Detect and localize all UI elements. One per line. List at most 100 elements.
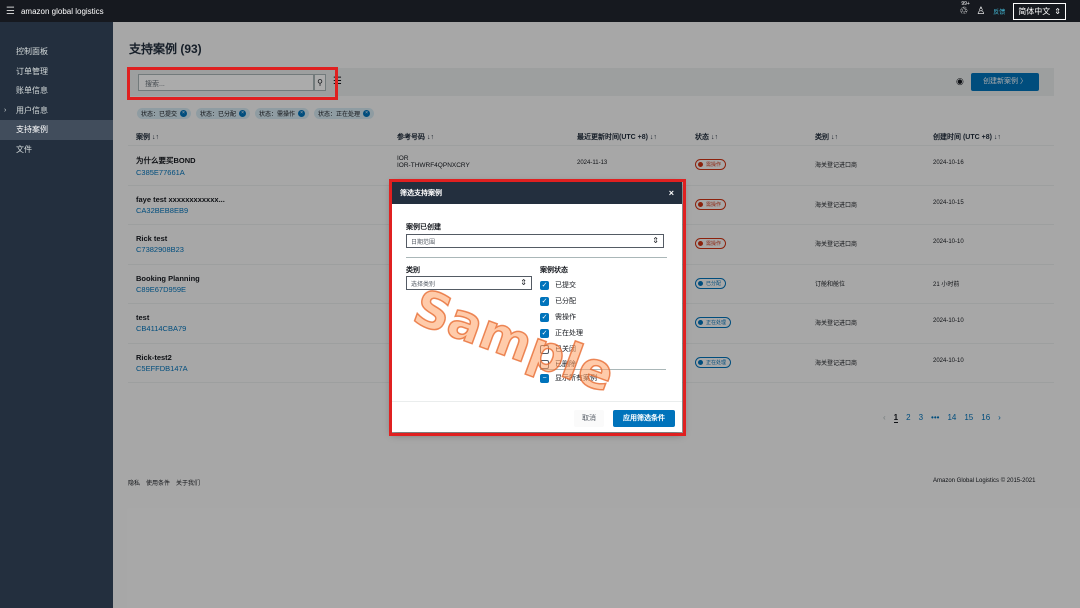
page-title: 支持案例 (93)	[129, 42, 202, 56]
reference-type: IOR	[397, 155, 409, 162]
case-title: 为什么要买BOND	[136, 156, 196, 165]
status-label: 已分配	[706, 280, 722, 287]
user-icon[interactable]: ♙	[976, 6, 985, 17]
status-dot-icon	[698, 280, 703, 286]
category: 订舱和舱位	[815, 281, 846, 288]
status-dot-icon	[698, 241, 703, 246]
column-header-case[interactable]: 案例 ↓↑	[136, 132, 159, 142]
sidebar-item-dashboard[interactable]: 控制面板	[0, 42, 113, 62]
status-badge: 需操作	[695, 198, 727, 210]
language-label: 简体中文	[1018, 6, 1051, 16]
page-link[interactable]: 2	[906, 413, 910, 423]
case-title: Rick-test2	[136, 352, 172, 362]
pagination: ‹ 1 2 3 ••• 14 15 16 ›	[883, 413, 1001, 423]
about-link[interactable]: 关于我们	[176, 478, 200, 487]
column-header-reference[interactable]: 参考号码 ↓↑	[397, 132, 434, 142]
chip-label: 状态：已分配	[200, 112, 237, 118]
status-badge: 需操作	[695, 159, 727, 170]
table-header: 案例 ↓↑ 参考号码 ↓↑ 最近更新时间(UTC +8) ↓↑ 状态 ↓↑ 类别…	[128, 126, 1054, 146]
created-date: 2024-10-10	[933, 239, 964, 245]
sidebar-item-files[interactable]: 文件	[0, 140, 113, 160]
status-label: 正在处理	[706, 320, 727, 326]
copyright: Amazon Global Logistics © 2015-2021	[933, 478, 1036, 484]
created-date: 2024-10-10	[933, 357, 964, 364]
close-icon[interactable]: ×	[239, 110, 247, 117]
status-dot-icon	[698, 359, 703, 365]
language-select[interactable]: 简体中文 ⇕	[1013, 2, 1066, 20]
page-link[interactable]: 15	[964, 413, 973, 423]
case-title: Booking Planning	[136, 273, 200, 283]
column-header-created[interactable]: 创建时间 (UTC +8) ↓↑	[933, 132, 1001, 142]
status-label: 需操作	[706, 201, 722, 208]
case-title: Rick test	[136, 234, 168, 243]
status-badge: 已分配	[695, 277, 727, 289]
case-title: faye test xxxxxxxxxxxx...	[136, 194, 225, 204]
status-badge: 需操作	[695, 238, 727, 249]
case-id-link[interactable]: CA32BEB8EB9	[136, 206, 225, 215]
hamburger-menu-icon[interactable]: ☰	[6, 6, 15, 17]
status-dot-icon	[698, 201, 703, 207]
eye-icon[interactable]: ◉	[956, 76, 964, 87]
page-link[interactable]: 16	[981, 413, 990, 423]
next-page-icon[interactable]: ›	[998, 413, 1001, 423]
close-icon[interactable]: ×	[363, 110, 371, 117]
page-link[interactable]: 3	[919, 413, 923, 423]
status-label: 需操作	[706, 241, 722, 247]
category: 海关登记进口商	[815, 360, 858, 367]
sidebar-item-orders[interactable]: 订单管理	[0, 62, 113, 82]
column-header-status[interactable]: 状态 ↓↑	[695, 132, 718, 142]
filter-chips: 状态：已提交 × 状态：已分配 × 状态：需操作 × 状态：正在处理 ×	[137, 108, 375, 119]
case-id-link[interactable]: C385E77661A	[136, 168, 196, 177]
created-date: 2024-10-10	[933, 318, 964, 324]
category: 海关登记进口商	[815, 163, 858, 169]
prev-page-icon[interactable]: ‹	[883, 413, 886, 423]
chevron-updown-icon: ⇕	[1054, 6, 1061, 16]
page-link[interactable]: 1	[893, 413, 899, 423]
close-icon[interactable]: ×	[180, 110, 188, 117]
terms-link[interactable]: 使用条件	[146, 478, 170, 487]
chip-label: 状态：正在处理	[318, 112, 361, 118]
notification-icon[interactable]: ♲ 99+	[959, 1, 969, 17]
case-id-link[interactable]: C5EFFDB147A	[136, 364, 188, 373]
status-label: 正在处理	[706, 359, 727, 366]
feedback-link[interactable]: 反馈	[993, 7, 1005, 16]
filter-chip[interactable]: 状态：已分配 ×	[196, 108, 251, 119]
status-label: 需操作	[706, 162, 722, 168]
created-date: 2024-10-16	[933, 160, 964, 166]
close-icon[interactable]: ×	[298, 110, 306, 117]
chip-label: 状态：已提交	[141, 112, 178, 118]
top-bar: ☰ amazon global logistics ♲ 99+ ♙ 反馈 简体中文…	[0, 0, 1080, 22]
notification-badge: 99+	[961, 0, 970, 7]
privacy-link[interactable]: 隐私	[128, 478, 140, 487]
filter-chip[interactable]: 状态：已提交 ×	[137, 108, 192, 119]
create-case-button[interactable]: 创建新案例 〉	[971, 73, 1039, 91]
column-header-updated[interactable]: 最近更新时间(UTC +8) ↓↑	[577, 132, 657, 142]
status-badge: 正在处理	[695, 317, 732, 328]
chip-label: 状态：需操作	[259, 112, 296, 118]
filter-chip[interactable]: 状态：正在处理 ×	[314, 108, 375, 119]
updated-date: 2024-11-13	[577, 160, 608, 166]
footer-links: 隐私 使用条件 关于我们	[128, 478, 200, 487]
case-title: test	[136, 313, 150, 322]
category: 海关登记进口商	[815, 242, 858, 248]
chevron-right-icon: ›	[4, 106, 7, 114]
status-dot-icon	[698, 320, 703, 325]
created-date: 21 小时前	[933, 281, 960, 288]
topbar-actions: ♲ 99+ ♙ 反馈 简体中文 ⇕	[959, 1, 1074, 20]
filter-chip[interactable]: 状态：需操作 ×	[255, 108, 310, 119]
sidebar-item-label: 用户信息	[16, 105, 48, 115]
status-badge: 正在处理	[695, 356, 732, 368]
reference-number: IOR-THWRF4QPNXCRY	[397, 162, 470, 169]
sidebar: 控制面板 订单管理 账单信息 › 用户信息 支持案例 文件	[0, 22, 113, 608]
column-header-category[interactable]: 类别 ↓↑	[815, 132, 838, 142]
case-id-link[interactable]: C7382908B23	[136, 245, 184, 254]
sidebar-item-billing[interactable]: 账单信息	[0, 81, 113, 101]
category: 海关登记进口商	[815, 202, 858, 209]
status-dot-icon	[698, 162, 703, 167]
sidebar-item-user-info[interactable]: › 用户信息	[0, 101, 113, 121]
case-id-link[interactable]: C89E67D959E	[136, 285, 200, 294]
sidebar-item-support-cases[interactable]: 支持案例	[0, 120, 113, 140]
highlight-box-search	[127, 67, 338, 100]
page-link[interactable]: 14	[947, 413, 956, 423]
case-id-link[interactable]: CB4114CBA79	[136, 324, 186, 333]
